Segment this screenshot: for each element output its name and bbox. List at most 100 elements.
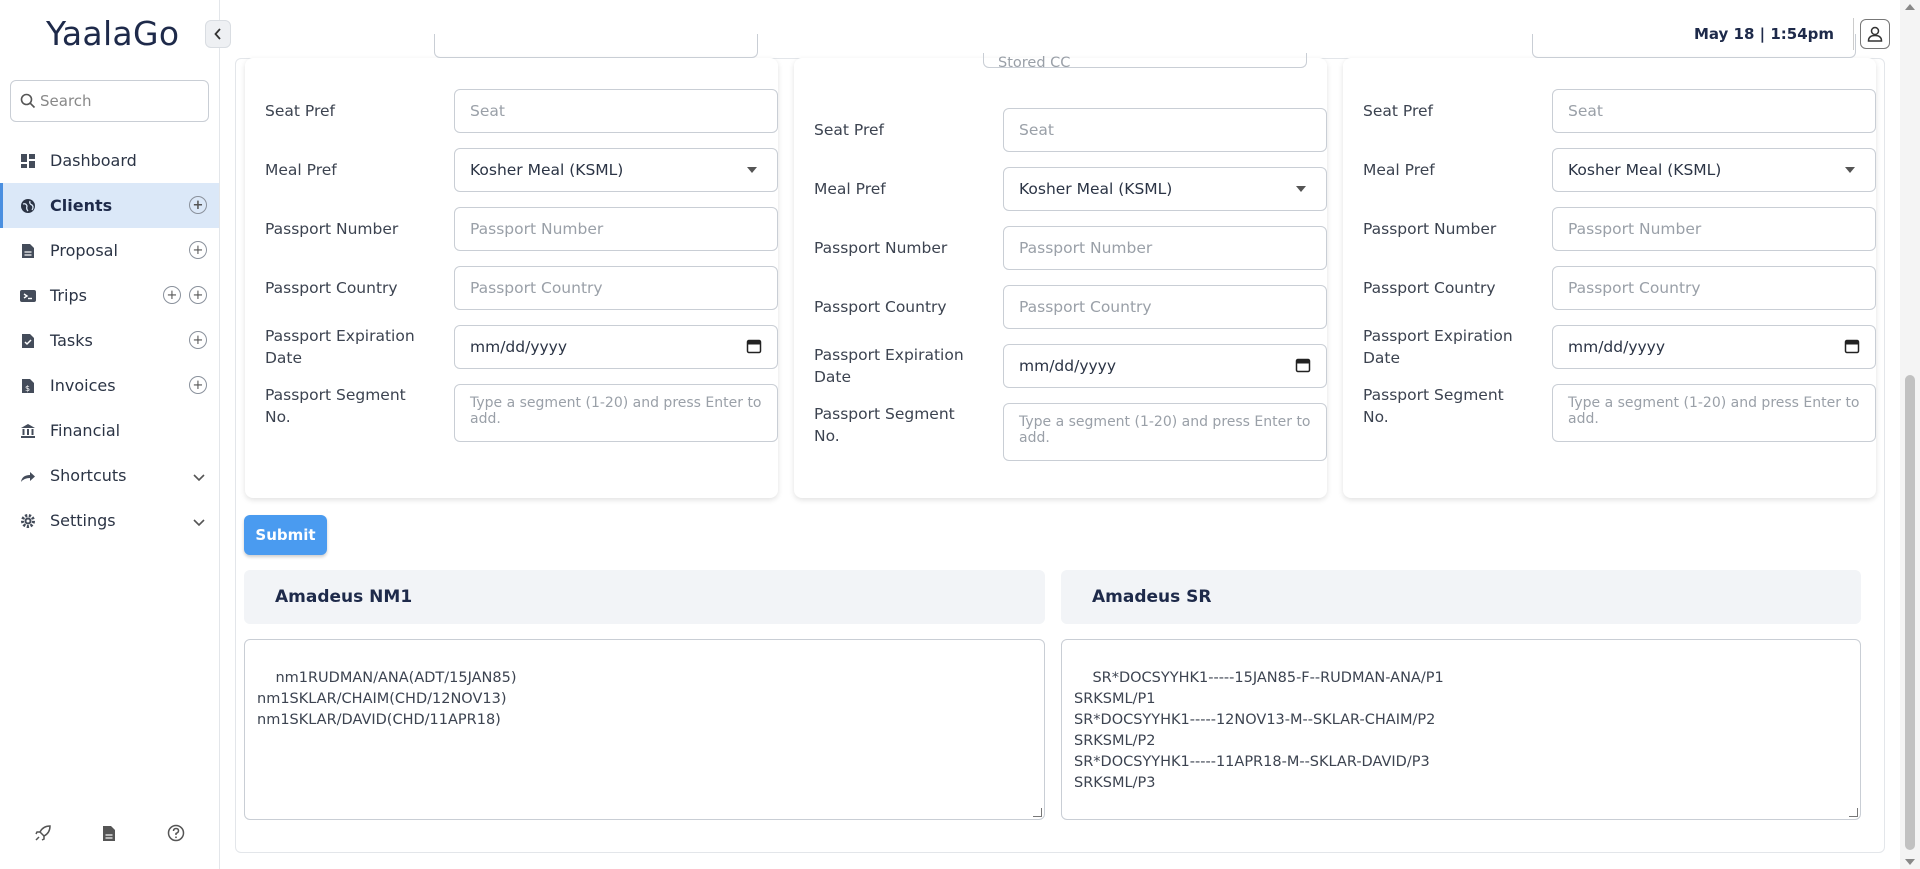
stored-cc-field[interactable] (1532, 34, 1856, 58)
meal-pref-label: Meal Pref (265, 161, 337, 179)
dropdown-caret-icon (1845, 167, 1855, 173)
passport-expiration-input[interactable]: mm/dd/yyyy (454, 325, 778, 369)
meal-pref-label: Meal Pref (1363, 161, 1435, 179)
collapse-sidebar-button[interactable] (205, 20, 231, 48)
stored-cc-field[interactable] (434, 34, 758, 58)
svg-text:$: $ (25, 384, 30, 393)
sidebar-item-settings[interactable]: Settings (0, 498, 219, 543)
seat-pref-label: Seat Pref (265, 102, 335, 120)
passport-segment-input[interactable]: Type a segment (1-20) and press Enter to… (1003, 403, 1327, 461)
sidebar-item-invoices[interactable]: $ Invoices + (0, 363, 219, 408)
sidebar-item-label: Trips (50, 286, 87, 305)
page-scrollbar[interactable] (1900, 0, 1920, 869)
sidebar-item-label: Clients (50, 196, 113, 215)
sidebar-item-label: Settings (50, 511, 116, 530)
traveler-card-1: Seat Pref Seat Meal Pref Kosher Meal (KS… (245, 34, 778, 498)
help-icon[interactable] (165, 822, 187, 844)
add-task-button[interactable]: + (189, 331, 207, 349)
date-value: mm/dd/yyyy (470, 338, 568, 356)
sidebar-item-financial[interactable]: Financial (0, 408, 219, 453)
passport-expiration-input[interactable]: mm/dd/yyyy (1003, 344, 1327, 388)
passport-expiration-label: Passport Expiration Date (1363, 327, 1513, 367)
passport-country-label: Passport Country (265, 279, 398, 297)
passport-expiration-input[interactable]: mm/dd/yyyy (1552, 325, 1876, 369)
resize-handle-icon[interactable] (1849, 808, 1858, 817)
meal-select[interactable]: Kosher Meal (KSML) (454, 148, 778, 192)
meal-pref-label: Meal Pref (814, 180, 886, 198)
sidebar-item-proposal[interactable]: Proposal + (0, 228, 219, 273)
app-logo[interactable]: YaalaGo (46, 14, 179, 53)
meal-select[interactable]: Kosher Meal (KSML) (1552, 148, 1876, 192)
passport-country-input[interactable]: Passport Country (454, 266, 778, 310)
chevron-down-icon[interactable] (193, 467, 205, 486)
user-menu-button[interactable] (1860, 19, 1890, 49)
sidebar-item-trips[interactable]: Trips + + (0, 273, 219, 318)
seat-input[interactable]: Seat (454, 89, 778, 133)
resize-handle-icon[interactable] (1033, 808, 1042, 817)
sidebar-item-shortcuts[interactable]: Shortcuts (0, 453, 219, 498)
dashboard-icon (18, 151, 38, 171)
calendar-icon[interactable] (1844, 338, 1860, 358)
scroll-thumb[interactable] (1905, 375, 1915, 850)
search-icon (20, 93, 36, 109)
add-proposal-button[interactable]: + (189, 241, 207, 259)
user-icon (1867, 26, 1883, 42)
sidebar-item-label: Proposal (50, 241, 118, 260)
meal-select[interactable]: Kosher Meal (KSML) (1003, 167, 1327, 211)
sidebar: YaalaGo Dashboard Clients + Proposal + T… (0, 0, 220, 869)
scroll-down-arrow-icon[interactable] (1905, 859, 1915, 865)
passport-segment-input[interactable]: Type a segment (1-20) and press Enter to… (454, 384, 778, 442)
passport-number-input[interactable]: Passport Number (1003, 226, 1327, 270)
amadeus-nm1-textarea[interactable]: nm1RUDMAN/ANA(ADT/15JAN85) nm1SKLAR/CHAI… (244, 639, 1045, 820)
seat-input[interactable]: Seat (1003, 108, 1327, 152)
meal-select-value: Kosher Meal (KSML) (1019, 180, 1173, 198)
sidebar-item-clients[interactable]: Clients + (0, 183, 219, 228)
passport-country-input[interactable]: Passport Country (1552, 266, 1876, 310)
sidebar-item-label: Shortcuts (50, 466, 127, 485)
calendar-icon[interactable] (746, 338, 762, 358)
meal-select-value: Kosher Meal (KSML) (470, 161, 624, 179)
share-icon (18, 466, 38, 486)
passport-number-input[interactable]: Passport Number (1552, 207, 1876, 251)
sidebar-item-dashboard[interactable]: Dashboard (0, 138, 219, 183)
amadeus-sr-header: Amadeus SR (1061, 570, 1861, 624)
passport-number-label: Passport Number (814, 239, 948, 257)
invoice-icon: $ (18, 376, 38, 396)
add-trip-secondary-button[interactable]: + (189, 286, 207, 304)
nav-actions: + (189, 331, 207, 349)
passport-number-input[interactable]: Passport Number (454, 207, 778, 251)
seat-input[interactable]: Seat (1552, 89, 1876, 133)
sidebar-footer (0, 822, 219, 844)
passport-segment-label: Passport Segment No. (265, 386, 406, 426)
traveler-card-2: Stored CC Seat Pref Seat Meal Pref Koshe… (794, 53, 1327, 498)
stored-cc-placeholder: Stored CC (998, 55, 1071, 71)
passport-number-label: Passport Number (265, 220, 399, 238)
amadeus-nm1-header: Amadeus NM1 (244, 570, 1045, 624)
rocket-icon[interactable] (32, 822, 54, 844)
date-value: mm/dd/yyyy (1019, 357, 1117, 375)
date-value: mm/dd/yyyy (1568, 338, 1666, 356)
bank-icon (18, 421, 38, 441)
submit-button[interactable]: Submit (244, 515, 327, 555)
ticket-icon (18, 286, 38, 306)
add-invoice-button[interactable]: + (189, 376, 207, 394)
dropdown-caret-icon (1296, 186, 1306, 192)
passport-segment-input[interactable]: Type a segment (1-20) and press Enter to… (1552, 384, 1876, 442)
task-icon (18, 331, 38, 351)
scroll-up-arrow-icon[interactable] (1905, 4, 1915, 10)
document-icon[interactable] (98, 822, 120, 844)
search-input[interactable] (40, 92, 200, 110)
chevron-down-icon[interactable] (193, 512, 205, 531)
main-content: Seat Pref Seat Meal Pref Kosher Meal (KS… (220, 34, 1900, 869)
add-trip-button[interactable]: + (163, 286, 181, 304)
amadeus-sr-textarea[interactable]: SR*DOCSYYHK1-----15JAN85-F--RUDMAN-ANA/P… (1061, 639, 1861, 820)
search-box[interactable] (10, 80, 209, 122)
sidebar-item-tasks[interactable]: Tasks + (0, 318, 219, 363)
amadeus-nm1-text: nm1RUDMAN/ANA(ADT/15JAN85) nm1SKLAR/CHAI… (257, 670, 517, 728)
passport-expiration-label: Passport Expiration Date (265, 327, 415, 367)
add-client-button[interactable]: + (189, 196, 207, 214)
calendar-icon[interactable] (1295, 357, 1311, 377)
chevron-left-icon (214, 28, 221, 40)
gear-icon (18, 511, 38, 531)
passport-country-input[interactable]: Passport Country (1003, 285, 1327, 329)
